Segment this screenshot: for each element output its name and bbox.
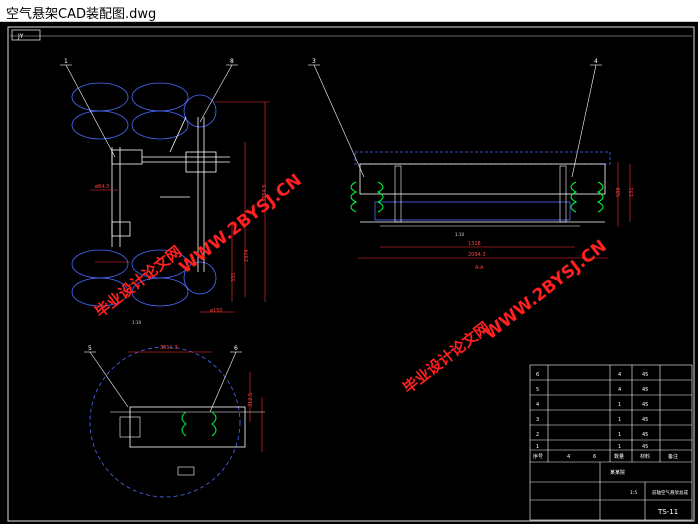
title-block-title: 前轴空气悬架总成: [652, 489, 688, 496]
title-block-rows: 6 4 45 5 4 45 4 1 45 3 1 45 2 1 45 1 1 4…: [536, 372, 648, 450]
svg-text:4: 4: [618, 372, 621, 378]
dim-top-h2: 131: [629, 187, 635, 197]
svg-text:材料: 材料: [640, 453, 650, 460]
svg-text:毕业设计论文网: 毕业设计论文网: [399, 318, 493, 397]
svg-text:ø150: ø150: [210, 308, 223, 314]
watermark-1: WWW.2BYSJ.CN 毕业设计论文网: [91, 170, 305, 321]
svg-text:4: 4: [567, 454, 570, 460]
svg-text:1: 1: [618, 444, 621, 450]
cad-viewport[interactable]: JY 3854.5 2374 331 ø150 ø84.3 1:10 1 8 3…: [0, 22, 698, 524]
cad-drawing-canvas[interactable]: JY 3854.5 2374 331 ø150 ø84.3 1:10 1 8 3…: [0, 22, 698, 524]
svg-text:45: 45: [642, 387, 648, 393]
svg-text:序号: 序号: [533, 453, 543, 460]
svg-text:数量: 数量: [614, 453, 624, 460]
svg-text:45: 45: [642, 372, 648, 378]
svg-text:45: 45: [642, 432, 648, 438]
svg-text:WWW.2BYSJ.CN: WWW.2BYSJ.CN: [176, 170, 306, 278]
svg-text:2374: 2374: [244, 249, 250, 262]
corner-box: [11, 29, 41, 41]
svg-text:1: 1: [64, 58, 68, 65]
left-view-caption: 1:10: [132, 320, 141, 325]
svg-text:3: 3: [312, 58, 316, 65]
air-spring-right: [570, 181, 604, 213]
title-block-drawing-no: TS-11: [657, 508, 678, 516]
watermark-2: WWW.2BYSJ.CN 毕业设计论文网: [399, 236, 610, 397]
balloon-4: 4: [571, 58, 602, 178]
title-block: [529, 364, 693, 521]
svg-text:ø84.3: ø84.3: [95, 184, 109, 190]
svg-text:45: 45: [642, 444, 648, 450]
balloon-5: 5: [84, 345, 129, 408]
air-spring-left: [350, 181, 384, 213]
balloon-8: 8: [199, 58, 238, 123]
svg-text:6: 6: [536, 372, 539, 378]
svg-text:6: 6: [593, 454, 596, 460]
title-block-company: 某某院: [610, 469, 625, 476]
title-block-header: 序号 4 6 数量 材料 备注: [533, 453, 678, 460]
dim-top-width: 1318: [468, 241, 481, 247]
svg-text:8: 8: [230, 58, 234, 65]
svg-text:5: 5: [88, 345, 92, 352]
dim-side-width: 3811.3: [160, 345, 178, 351]
svg-text:4: 4: [594, 58, 598, 65]
svg-text:4: 4: [536, 402, 539, 408]
dim-top-width2: 2094.3: [468, 252, 486, 258]
svg-text:备注: 备注: [668, 453, 678, 460]
svg-text:1: 1: [618, 417, 621, 423]
balloon-1: 1: [60, 58, 116, 158]
side-view: [89, 346, 265, 498]
svg-text:1: 1: [618, 402, 621, 408]
window-title: 空气悬架CAD装配图.dwg: [6, 7, 157, 22]
svg-text:3: 3: [536, 417, 539, 423]
svg-text:331: 331: [231, 272, 237, 282]
corner-code: JY: [17, 33, 24, 40]
title-block-scale: 1:5: [630, 490, 637, 496]
drawing-frame: [7, 26, 695, 522]
dim-top-height: 588: [616, 187, 622, 197]
svg-text:6: 6: [234, 345, 238, 352]
svg-text:1: 1: [618, 432, 621, 438]
dim-side-h: 312.5: [248, 393, 254, 407]
window-titlebar: 空气悬架CAD装配图.dwg: [0, 0, 698, 22]
svg-text:45: 45: [642, 417, 648, 423]
svg-text:毕业设计论文网: 毕业设计论文网: [91, 242, 185, 321]
balloon-3: 3: [308, 58, 365, 178]
svg-text:1: 1: [536, 444, 539, 450]
svg-text:2: 2: [536, 432, 539, 438]
section-note: 1:10: [455, 232, 464, 237]
svg-text:WWW.2BYSJ.CN: WWW.2BYSJ.CN: [481, 236, 611, 344]
svg-text:5: 5: [536, 387, 539, 393]
svg-text:4: 4: [618, 387, 621, 393]
section-label: A-A: [475, 265, 484, 271]
svg-text:45: 45: [642, 402, 648, 408]
